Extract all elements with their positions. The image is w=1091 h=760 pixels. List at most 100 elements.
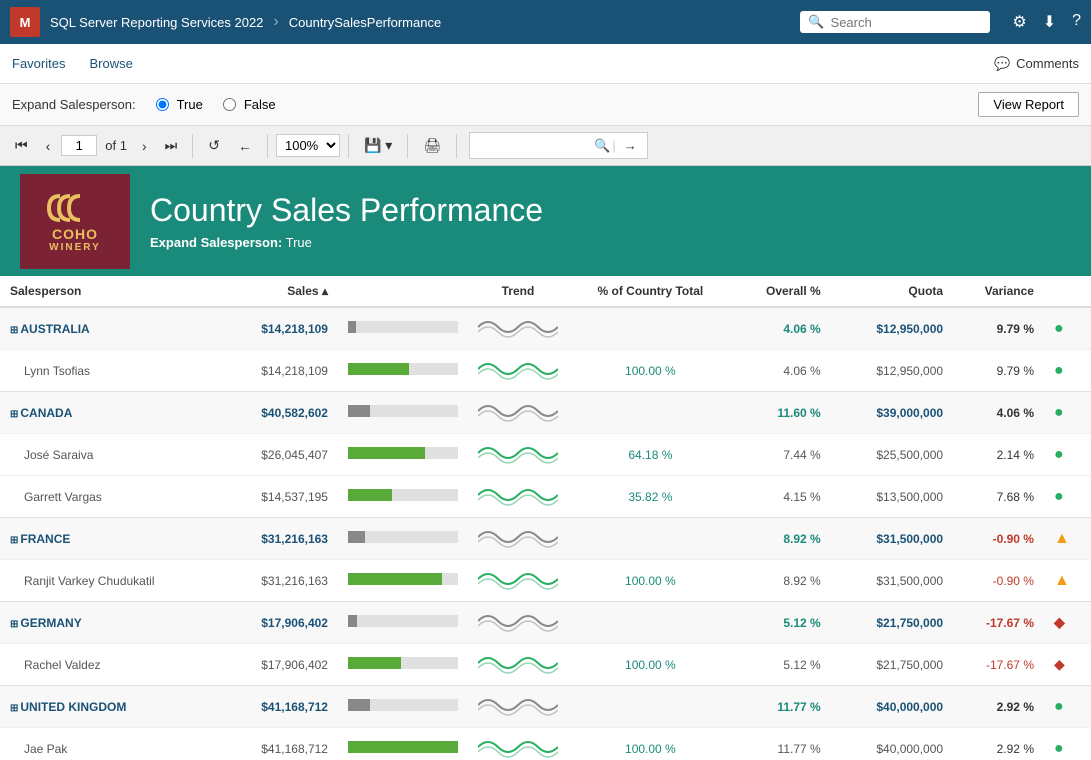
settings-icon[interactable]: ⚙ (1012, 12, 1026, 32)
top-bar: M SQL Server Reporting Services 2022 › C… (0, 0, 1091, 44)
search-icon: 🔍 (808, 14, 824, 30)
page-number-input[interactable] (61, 135, 97, 156)
search-next-button[interactable]: → (618, 135, 643, 156)
prev-page-button[interactable]: ‹ (39, 134, 58, 158)
country-sales: $40,582,602 (216, 392, 338, 434)
report-search-box[interactable]: 🔍 | → (469, 132, 648, 159)
report-search-input[interactable] (474, 136, 594, 155)
true-radio[interactable] (156, 98, 169, 111)
country-overall: 11.77 % (733, 686, 831, 728)
sp-trend (468, 434, 568, 476)
sp-pct-country: 35.82 % (568, 476, 733, 518)
sp-pct-country: 100.00 % (568, 644, 733, 686)
status-icon: ● (1054, 446, 1064, 463)
country-trend (468, 392, 568, 434)
status-icon: ◆ (1054, 656, 1065, 672)
save-button[interactable]: 💾 ▾ (357, 133, 399, 158)
params-bar: Expand Salesperson: True False View Repo… (0, 84, 1091, 126)
status-icon: ● (1054, 488, 1064, 505)
sp-trend (468, 728, 568, 760)
sp-overall: 4.15 % (733, 476, 831, 518)
col-variance: Variance (953, 276, 1044, 307)
report-logo: COHO WINERY (20, 174, 130, 269)
country-variance: 2.92 % (953, 686, 1044, 728)
favorites-link[interactable]: Favorites (12, 56, 65, 71)
sp-name: Jae Pak (0, 728, 216, 760)
sp-bar (338, 476, 468, 518)
country-quota: $12,950,000 (831, 307, 953, 350)
toolbar-sep4 (407, 134, 408, 158)
sp-status: ● (1044, 728, 1091, 760)
country-name: ⊞AUSTRALIA (0, 307, 216, 350)
print-button[interactable]: 🖨 (416, 133, 448, 158)
next-page-button[interactable]: › (135, 134, 154, 158)
table-row: ⊞UNITED KINGDOM $41,168,712 11.77 % $40,… (0, 686, 1091, 728)
sp-pct-country: 100.00 % (568, 728, 733, 760)
sp-status: ● (1044, 476, 1091, 518)
report-search-icon[interactable]: 🔍 (594, 138, 610, 154)
sp-name: Lynn Tsofias (0, 350, 216, 392)
sp-quota: $13,500,000 (831, 476, 953, 518)
refresh-button[interactable]: ↺ (201, 133, 227, 158)
table-row: Lynn Tsofias $14,218,109 100.00 % 4.06 %… (0, 350, 1091, 392)
country-status: ◆ (1044, 602, 1091, 644)
sp-overall: 4.06 % (733, 350, 831, 392)
country-status: ● (1044, 392, 1091, 434)
zoom-select[interactable]: 25% 50% 75% 100% 125% 150% 200% (276, 134, 340, 157)
sp-overall: 7.44 % (733, 434, 831, 476)
top-search-input[interactable] (831, 15, 983, 30)
last-page-button[interactable]: ⏭ (158, 133, 185, 158)
country-overall: 8.92 % (733, 518, 831, 560)
country-name: ⊞CANADA (0, 392, 216, 434)
country-quota: $21,750,000 (831, 602, 953, 644)
view-report-button[interactable]: View Report (978, 92, 1079, 117)
toolbar-sep2 (267, 134, 268, 158)
sp-trend (468, 560, 568, 602)
sp-quota: $21,750,000 (831, 644, 953, 686)
sp-sales: $14,218,109 (216, 350, 338, 392)
favorites-bar: Favorites Browse 💬 Comments (0, 44, 1091, 84)
country-sales: $31,216,163 (216, 518, 338, 560)
status-icon: ● (1054, 404, 1064, 421)
back-button[interactable]: ← (231, 134, 259, 158)
sp-status: ● (1044, 434, 1091, 476)
report-title-block: Country Sales Performance Expand Salespe… (150, 192, 543, 250)
country-variance: -17.67 % (953, 602, 1044, 644)
report-header: COHO WINERY Country Sales Performance Ex… (0, 166, 1091, 276)
first-page-button[interactable]: ⏮ (8, 133, 35, 158)
country-name: ⊞FRANCE (0, 518, 216, 560)
table-row: Jae Pak $41,168,712 100.00 % 11.77 % $40… (0, 728, 1091, 760)
report-subtitle: Expand Salesperson: True (150, 235, 543, 250)
sp-quota: $25,500,000 (831, 434, 953, 476)
subtitle-label: Expand Salesperson: (150, 235, 282, 250)
table-row: Rachel Valdez $17,906,402 100.00 % 5.12 … (0, 644, 1091, 686)
comments-icon: 💬 (994, 56, 1010, 72)
col-status (1044, 276, 1091, 307)
country-trend (468, 307, 568, 350)
country-overall: 4.06 % (733, 307, 831, 350)
col-quota: Quota (831, 276, 953, 307)
false-radio-group: False (223, 97, 276, 112)
help-icon[interactable]: ? (1072, 12, 1081, 32)
browse-link[interactable]: Browse (89, 56, 132, 71)
report-toolbar: ⏮ ‹ of 1 › ⏭ ↺ ← 25% 50% 75% 100% 125% 1… (0, 126, 1091, 166)
sp-bar (338, 644, 468, 686)
col-bar (338, 276, 468, 307)
sp-pct-country: 64.18 % (568, 434, 733, 476)
page-of-label: of 1 (101, 138, 131, 153)
country-overall: 5.12 % (733, 602, 831, 644)
download-icon[interactable]: ⬇ (1043, 12, 1056, 32)
top-search-box[interactable]: 🔍 (800, 11, 990, 33)
country-bar (338, 392, 468, 434)
country-pct-country (568, 518, 733, 560)
sp-variance: 7.68 % (953, 476, 1044, 518)
top-icons: ⚙ ⬇ ? (1012, 12, 1081, 32)
subtitle-value: True (286, 235, 312, 250)
table-row: ⊞AUSTRALIA $14,218,109 4.06 % $12,950,00… (0, 307, 1091, 350)
sp-variance: -0.90 % (953, 560, 1044, 602)
col-sales[interactable]: Sales ▴ (216, 276, 338, 307)
sp-variance: 9.79 % (953, 350, 1044, 392)
comments-button[interactable]: 💬 Comments (994, 56, 1079, 72)
false-radio[interactable] (223, 98, 236, 111)
country-name: ⊞UNITED KINGDOM (0, 686, 216, 728)
